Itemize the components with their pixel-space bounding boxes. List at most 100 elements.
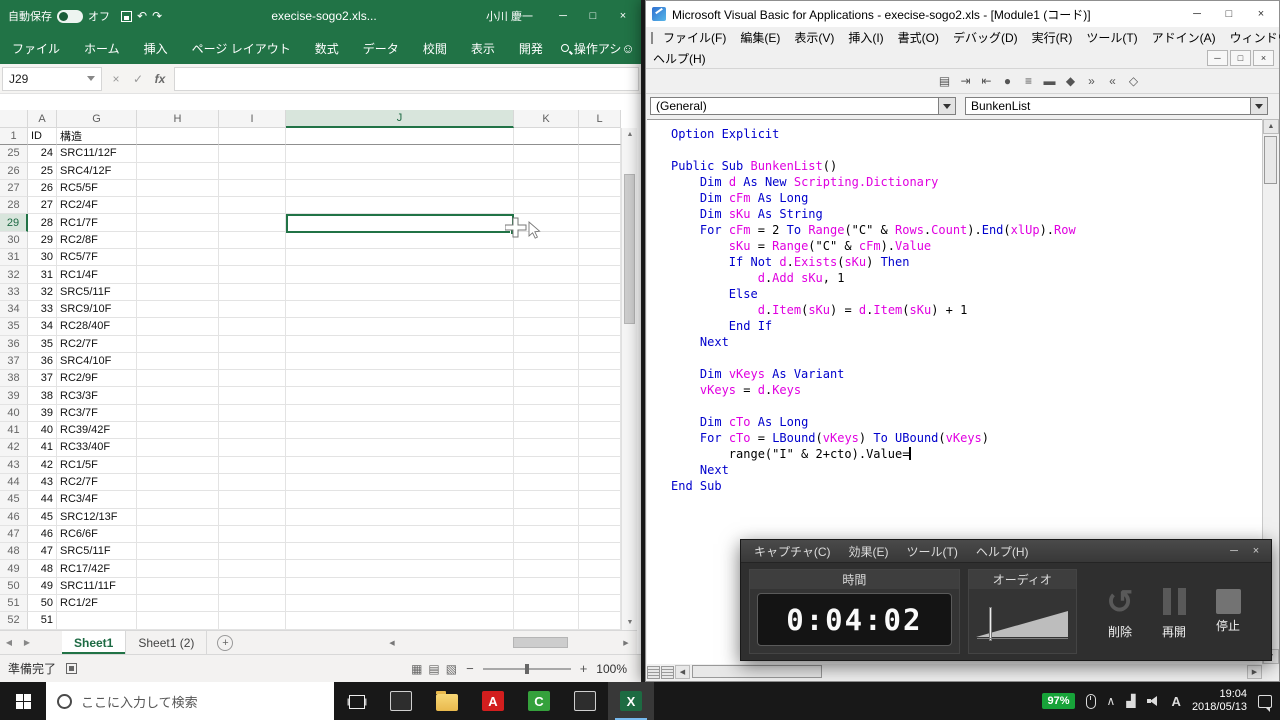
outdent-icon[interactable]: ⇤ (976, 71, 997, 91)
toggle-bookmark-icon[interactable]: ◆ (1060, 71, 1081, 91)
cell-K46[interactable] (514, 509, 579, 526)
cell-G34[interactable]: SRC9/10F (57, 301, 137, 318)
cell-J52[interactable] (286, 612, 514, 629)
sheet-nav-right-icon[interactable]: ▶ (18, 631, 36, 654)
row-header-52[interactable]: 52 (0, 612, 28, 629)
cell-L39[interactable] (579, 387, 621, 404)
sheet-tab-Sheet1 (2)[interactable]: Sheet1 (2) (126, 631, 207, 654)
row-header-46[interactable]: 46 (0, 509, 28, 526)
uncomment-block-icon[interactable]: ▬ (1039, 71, 1060, 91)
scroll-left-icon[interactable]: ◀ (675, 665, 690, 679)
cell-A27[interactable]: 26 (28, 180, 57, 197)
network-icon[interactable]: ▟ (1126, 694, 1135, 708)
cell-J30[interactable] (286, 232, 514, 249)
row-header-47[interactable]: 47 (0, 526, 28, 543)
cell-G42[interactable]: RC33/40F (57, 439, 137, 456)
cell-A25[interactable]: 24 (28, 145, 57, 162)
row-header-44[interactable]: 44 (0, 474, 28, 491)
zoom-level[interactable]: 100% (596, 662, 627, 676)
cell-L48[interactable] (579, 543, 621, 560)
sheet-tab-Sheet1[interactable]: Sheet1 (62, 631, 126, 654)
row-header-27[interactable]: 27 (0, 180, 28, 197)
row-header-36[interactable]: 36 (0, 336, 28, 353)
formula-enter-icon[interactable]: ✓ (128, 72, 148, 86)
row-header-40[interactable]: 40 (0, 405, 28, 422)
cell-H31[interactable] (137, 249, 219, 266)
cell-A47[interactable]: 46 (28, 526, 57, 543)
column-header-G[interactable]: G (57, 110, 137, 128)
cell-G38[interactable]: RC2/9F (57, 370, 137, 387)
cell-J43[interactable] (286, 457, 514, 474)
normal-view-icon[interactable]: ▦ (411, 662, 422, 676)
cell-L29[interactable] (579, 214, 621, 231)
cell-G32[interactable]: RC1/4F (57, 266, 137, 283)
cell-G1[interactable]: 構造 (57, 128, 137, 145)
cell-J34[interactable] (286, 301, 514, 318)
row-header-50[interactable]: 50 (0, 578, 28, 595)
cell-I43[interactable] (219, 457, 286, 474)
ribbon-tab-表示[interactable]: 表示 (459, 32, 507, 64)
cell-I31[interactable] (219, 249, 286, 266)
module-restore-button[interactable]: □ (1230, 50, 1251, 66)
module-window-icon[interactable] (651, 32, 653, 44)
cell-A33[interactable]: 32 (28, 284, 57, 301)
cell-H46[interactable] (137, 509, 219, 526)
vba-menu-デバッグ(D)[interactable]: デバッグ(D) (946, 29, 1025, 46)
row-header-33[interactable]: 33 (0, 284, 28, 301)
excel-app[interactable]: X (608, 682, 654, 720)
cell-A50[interactable]: 49 (28, 578, 57, 595)
cell-K43[interactable] (514, 457, 579, 474)
cell-L31[interactable] (579, 249, 621, 266)
cell-L52[interactable] (579, 612, 621, 629)
app-window-2[interactable] (562, 682, 608, 720)
cell-A38[interactable]: 37 (28, 370, 57, 387)
scroll-right-icon[interactable]: ▶ (619, 639, 633, 647)
cell-K47[interactable] (514, 526, 579, 543)
cell-H45[interactable] (137, 491, 219, 508)
scroll-down-icon[interactable]: ▼ (622, 616, 638, 630)
row-header-35[interactable]: 35 (0, 318, 28, 335)
cell-L50[interactable] (579, 578, 621, 595)
cell-H44[interactable] (137, 474, 219, 491)
cell-A34[interactable]: 33 (28, 301, 57, 318)
cell-J47[interactable] (286, 526, 514, 543)
cell-J31[interactable] (286, 249, 514, 266)
cell-J28[interactable] (286, 197, 514, 214)
cell-H35[interactable] (137, 318, 219, 335)
vba-minimize-button[interactable]: ─ (1181, 1, 1213, 27)
cell-J32[interactable] (286, 266, 514, 283)
cell-L28[interactable] (579, 197, 621, 214)
cell-J41[interactable] (286, 422, 514, 439)
cell-K37[interactable] (514, 353, 579, 370)
cell-A30[interactable]: 29 (28, 232, 57, 249)
ribbon-tab-挿入[interactable]: 挿入 (132, 32, 180, 64)
cell-A32[interactable]: 31 (28, 266, 57, 283)
action-center-icon[interactable] (1258, 695, 1272, 708)
cell-J42[interactable] (286, 439, 514, 456)
list-properties-icon[interactable]: ▤ (934, 71, 955, 91)
cell-H25[interactable] (137, 145, 219, 162)
comment-block-icon[interactable]: ≡ (1018, 71, 1039, 91)
selected-cell-J29[interactable] (286, 214, 514, 233)
clear-bookmarks-icon[interactable]: ◇ (1123, 71, 1144, 91)
cell-K33[interactable] (514, 284, 579, 301)
recorder-minimize-button[interactable]: ─ (1223, 545, 1245, 557)
cell-H49[interactable] (137, 560, 219, 577)
cell-H39[interactable] (137, 387, 219, 404)
previous-bookmark-icon[interactable]: « (1102, 71, 1123, 91)
cell-J39[interactable] (286, 387, 514, 404)
scroll-left-icon[interactable]: ◀ (385, 639, 399, 647)
vba-hscroll-thumb[interactable] (692, 665, 822, 678)
cell-K27[interactable] (514, 180, 579, 197)
cell-H41[interactable] (137, 422, 219, 439)
excel-close-button[interactable]: × (609, 1, 637, 31)
cell-J51[interactable] (286, 595, 514, 612)
cell-A43[interactable]: 42 (28, 457, 57, 474)
cell-I38[interactable] (219, 370, 286, 387)
cell-I44[interactable] (219, 474, 286, 491)
cell-A40[interactable]: 39 (28, 405, 57, 422)
cell-G30[interactable]: RC2/8F (57, 232, 137, 249)
cell-L44[interactable] (579, 474, 621, 491)
recorder-menu-効果(E)[interactable]: 効果(E) (840, 543, 898, 560)
cell-G37[interactable]: SRC4/10F (57, 353, 137, 370)
